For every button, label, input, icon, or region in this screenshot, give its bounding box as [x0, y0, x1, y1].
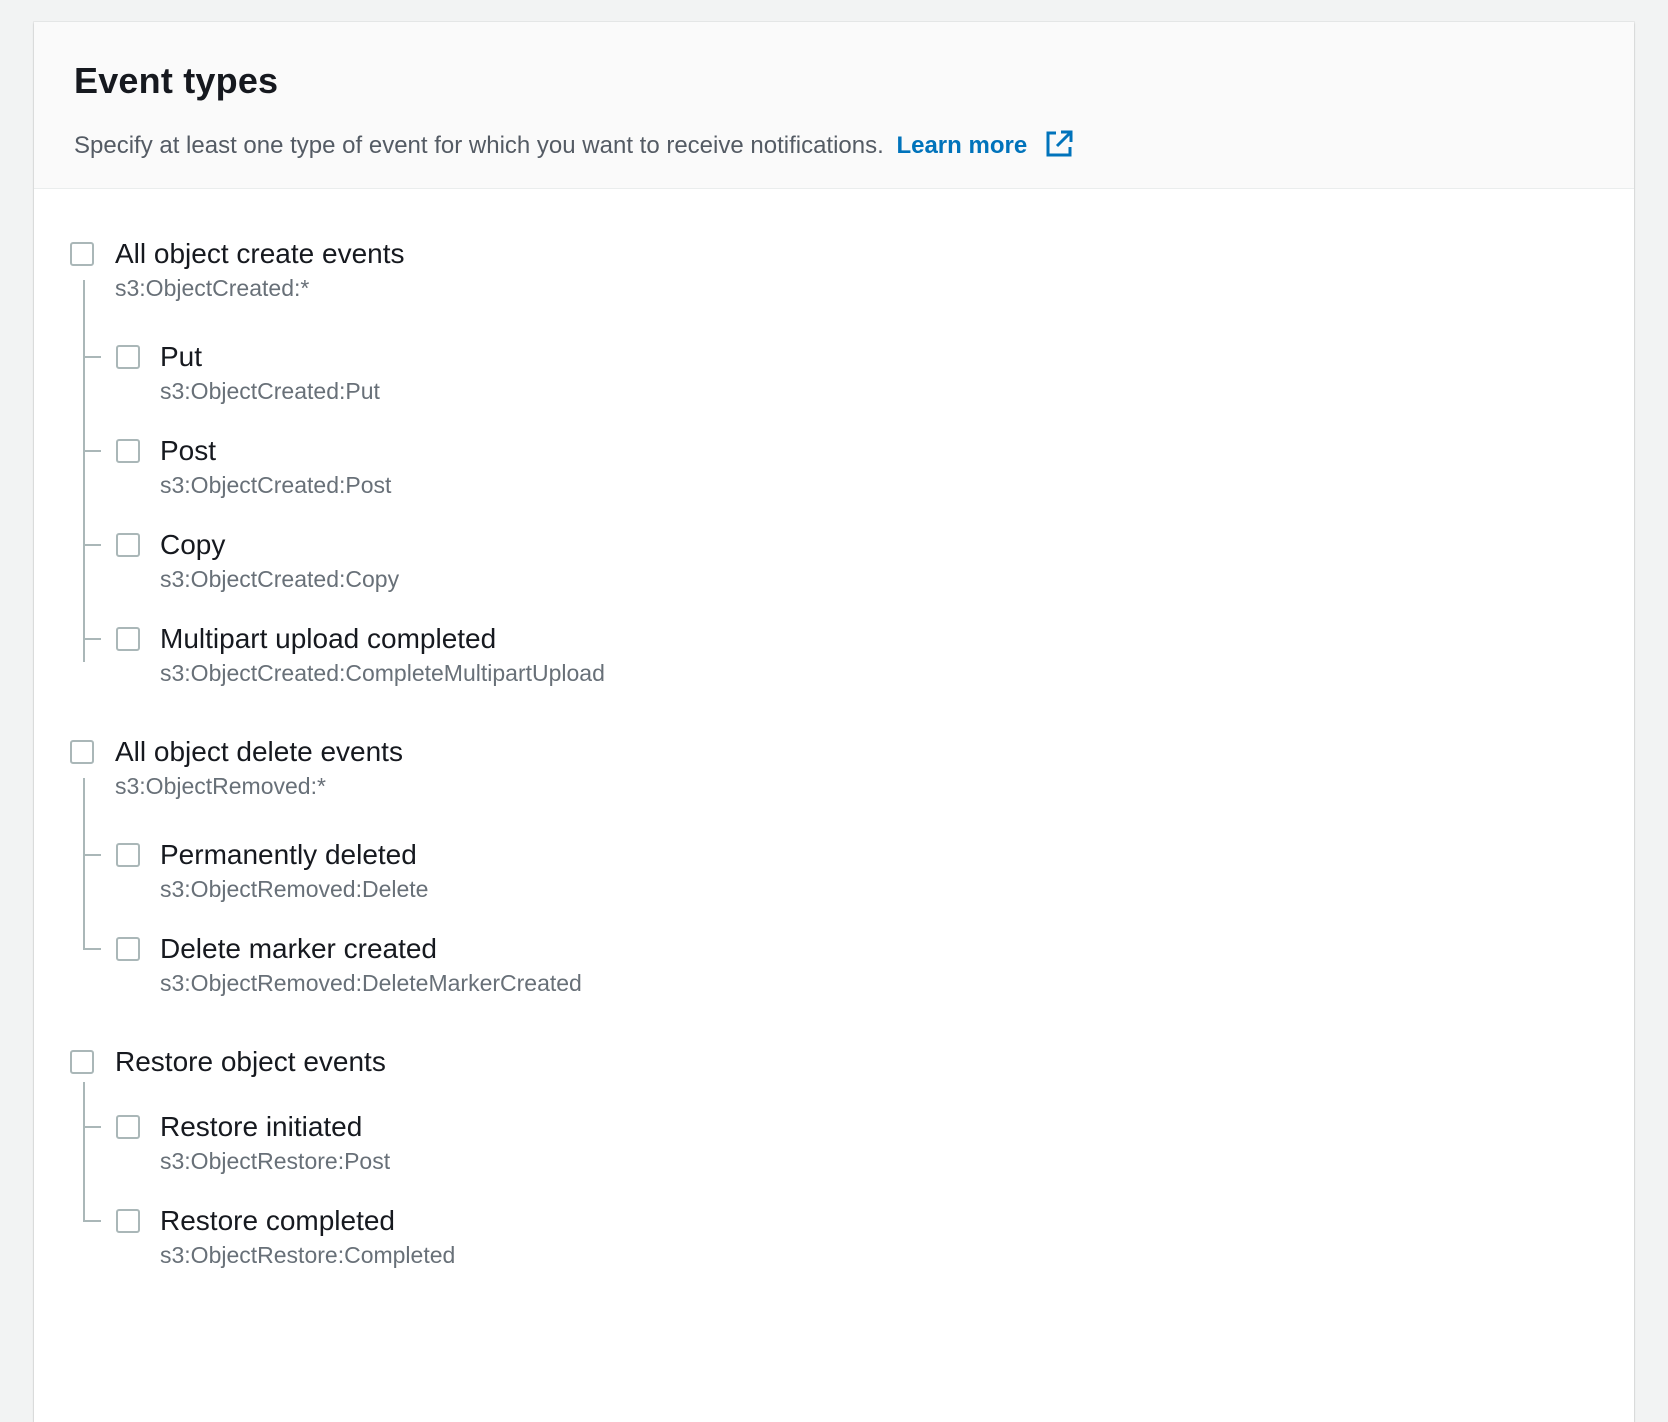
post-checkbox[interactable]: [116, 439, 140, 463]
option-label-delete-marker[interactable]: Delete marker created: [160, 933, 437, 965]
option-event-post: s3:ObjectCreated:Post: [160, 472, 392, 498]
option-label-multipart[interactable]: Multipart upload completed: [160, 623, 496, 655]
group-label-restore[interactable]: Restore object events: [115, 1046, 386, 1078]
option-event-copy: s3:ObjectCreated:Copy: [160, 566, 400, 592]
all-object-create-checkbox[interactable]: [70, 242, 94, 266]
option-label-restore-completed[interactable]: Restore completed: [160, 1205, 395, 1237]
panel-description: Specify at least one type of event for w…: [74, 129, 1074, 160]
tree-branch: [83, 854, 101, 856]
tree-branch: [83, 450, 101, 452]
tree-branch: [83, 356, 101, 358]
learn-more-label: Learn more: [896, 132, 1028, 159]
multipart-upload-checkbox[interactable]: [116, 627, 140, 651]
group-label-object-delete[interactable]: All object delete events: [115, 736, 403, 768]
tree-connector: [83, 1082, 85, 1222]
tree-branch: [83, 1220, 101, 1222]
learn-more-link[interactable]: Learn more: [896, 129, 1074, 159]
option-label-post[interactable]: Post: [160, 435, 216, 467]
tree-connector: [83, 778, 85, 950]
group-label-object-create[interactable]: All object create events: [115, 238, 405, 270]
tree-branch: [83, 544, 101, 546]
all-object-delete-checkbox[interactable]: [70, 740, 94, 764]
panel-header: Event types Specify at least one type of…: [34, 22, 1634, 189]
event-types-panel: Event types Specify at least one type of…: [34, 22, 1634, 1422]
put-checkbox[interactable]: [116, 345, 140, 369]
option-event-delete-marker: s3:ObjectRemoved:DeleteMarkerCreated: [160, 970, 582, 996]
tree-branch: [83, 638, 101, 640]
group-event-object-delete: s3:ObjectRemoved:*: [115, 773, 326, 799]
option-label-put[interactable]: Put: [160, 341, 202, 373]
restore-initiated-checkbox[interactable]: [116, 1115, 140, 1139]
option-event-restore-initiated: s3:ObjectRestore:Post: [160, 1148, 391, 1174]
group-event-object-create: s3:ObjectCreated:*: [115, 275, 310, 301]
option-label-copy[interactable]: Copy: [160, 529, 225, 561]
restore-completed-checkbox[interactable]: [116, 1209, 140, 1233]
option-label-restore-initiated[interactable]: Restore initiated: [160, 1111, 362, 1143]
option-event-put: s3:ObjectCreated:Put: [160, 378, 380, 404]
external-link-icon: [1044, 129, 1074, 159]
tree-connector: [83, 280, 85, 662]
panel-title: Event types: [74, 60, 279, 101]
permanently-deleted-checkbox[interactable]: [116, 843, 140, 867]
option-event-multipart: s3:ObjectCreated:CompleteMultipartUpload: [160, 660, 605, 686]
restore-object-checkbox[interactable]: [70, 1050, 94, 1074]
tree-branch: [83, 948, 101, 950]
tree-branch: [83, 1126, 101, 1128]
delete-marker-checkbox[interactable]: [116, 937, 140, 961]
copy-checkbox[interactable]: [116, 533, 140, 557]
option-label-permanently-deleted[interactable]: Permanently deleted: [160, 839, 417, 871]
description-text: Specify at least one type of event for w…: [74, 132, 884, 159]
option-event-permanently-deleted: s3:ObjectRemoved:Delete: [160, 876, 429, 902]
option-event-restore-completed: s3:ObjectRestore:Completed: [160, 1242, 456, 1268]
